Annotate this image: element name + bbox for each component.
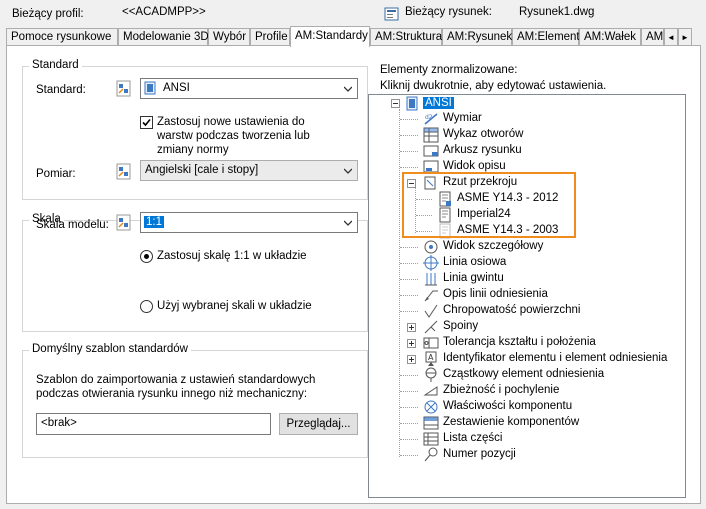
surface-texture-icon xyxy=(424,304,438,318)
ansi-standard-icon xyxy=(406,96,418,111)
tab-am-shaft[interactable]: AM:Wałek xyxy=(579,28,641,45)
drawing-icon xyxy=(384,7,399,21)
current-drawing-value: Rysunek1.dwg xyxy=(519,6,595,18)
tab-3d-modeling[interactable]: Modelowanie 3D xyxy=(118,28,209,45)
measure-select-value: Angielski [cale i stopy] xyxy=(145,164,259,176)
measure-label: Pomiar: xyxy=(36,168,76,180)
tab-am-feature[interactable]: AM:Element xyxy=(512,28,580,45)
default-template-group-title: Domyślny szablon standardów xyxy=(29,343,191,355)
detail-view-icon xyxy=(424,240,438,254)
parts-list-icon xyxy=(423,432,439,446)
standard-select-value: ANSI xyxy=(163,82,190,94)
dimension-icon: d2 xyxy=(424,113,438,125)
root-collapse-toggle[interactable] xyxy=(391,99,400,108)
balloon-icon xyxy=(424,447,438,462)
template-description-line2: podczas otwierania rysunku innego niż me… xyxy=(36,388,308,400)
apply-1-1-scale-radio[interactable] xyxy=(140,250,153,263)
browse-button[interactable]: Przeglądaj... xyxy=(279,413,358,435)
ansi-standard-icon xyxy=(144,81,156,95)
use-selected-scale-radio[interactable] xyxy=(140,300,153,313)
table-icon xyxy=(423,127,439,143)
centerline-icon xyxy=(423,255,439,271)
tab-am-truncated[interactable]: AM xyxy=(641,28,664,45)
chevron-down-icon xyxy=(344,168,352,174)
apply-1-1-scale-label: Zastosuj skalę 1:1 w układzie xyxy=(157,250,307,262)
standard-group-title: Standard xyxy=(29,59,82,71)
standard-select[interactable]: ANSI xyxy=(140,78,358,99)
svg-text:A: A xyxy=(428,353,434,362)
model-scale-label: Skala modelu: xyxy=(36,219,109,231)
datum-icon: A xyxy=(425,351,437,366)
use-selected-scale-label: Użyj wybranej skali w układzie xyxy=(157,300,312,312)
model-scale-value: 1:1 xyxy=(144,216,164,228)
apply-layers-label-line1: Zastosuj nowe ustawienia do xyxy=(157,116,305,128)
tolerance-expand-toggle[interactable] xyxy=(407,339,416,348)
model-scale-select[interactable]: 1:1 xyxy=(140,212,358,233)
welds-expand-toggle[interactable] xyxy=(407,323,416,332)
scale-group: Skala xyxy=(22,213,368,332)
current-drawing-label: Bieżący rysunek: xyxy=(405,6,492,18)
svg-text:d2: d2 xyxy=(425,114,433,121)
measure-select[interactable]: Angielski [cale i stopy] xyxy=(140,160,358,181)
tab-selection[interactable]: Wybór xyxy=(208,28,250,45)
tab-am-structure[interactable]: AM:Struktura xyxy=(370,28,442,45)
apply-layers-label-line3: zmiany normy xyxy=(157,144,229,156)
template-description-line1: Szablon do zaimportowania z ustawień sta… xyxy=(36,374,316,386)
datum-target-icon xyxy=(425,367,437,382)
double-click-hint: Kliknij dwukrotnie, aby edytować ustawie… xyxy=(380,80,607,92)
leader-icon xyxy=(424,290,438,302)
chevron-down-icon xyxy=(344,220,352,226)
standard-settings-icon[interactable] xyxy=(116,80,132,98)
tolerance-icon xyxy=(423,337,439,349)
elements-tree[interactable]: ANSI d2 Wymiar Wykaz otworów Arkusz rysu… xyxy=(368,94,686,498)
scale-settings-icon[interactable] xyxy=(116,214,132,232)
tab-scroll-right-button[interactable]: ► xyxy=(678,28,692,45)
standardized-elements-title: Elementy znormalizowane: xyxy=(380,64,518,76)
default-template-group: Domyślny szablon standardów xyxy=(22,343,368,458)
measure-settings-icon[interactable] xyxy=(116,163,132,181)
standard-label: Standard: xyxy=(36,84,86,96)
thread-line-icon xyxy=(425,273,437,286)
tab-scroll-left-button[interactable]: ◄ xyxy=(664,28,678,45)
sheet-icon xyxy=(423,145,439,157)
template-path-input[interactable]: <brak> xyxy=(36,413,271,435)
checkmark-icon xyxy=(142,118,151,127)
apply-layers-checkbox[interactable] xyxy=(140,116,153,129)
template-path-value: <brak> xyxy=(41,417,77,429)
component-properties-icon xyxy=(424,400,438,414)
weld-icon xyxy=(424,320,438,334)
tab-am-standards[interactable]: AM:Standardy xyxy=(290,26,370,47)
tab-am-drawing[interactable]: AM:Rysunek xyxy=(442,28,512,45)
highlight-box xyxy=(402,172,576,238)
bom-icon xyxy=(423,416,439,430)
tab-drawing-aids[interactable]: Pomoce rysunkowe xyxy=(6,28,118,45)
tab-profiles[interactable]: Profile xyxy=(250,28,290,45)
taper-icon xyxy=(423,386,438,396)
datum-expand-toggle[interactable] xyxy=(407,355,416,364)
chevron-down-icon xyxy=(344,86,352,92)
current-profile-value: <<ACADMPP>> xyxy=(122,6,206,18)
current-profile-label: Bieżący profil: xyxy=(12,8,84,20)
apply-layers-label-line2: warstw podczas tworzenia lub xyxy=(157,130,310,142)
tree-item-label: ANSI xyxy=(423,97,454,109)
